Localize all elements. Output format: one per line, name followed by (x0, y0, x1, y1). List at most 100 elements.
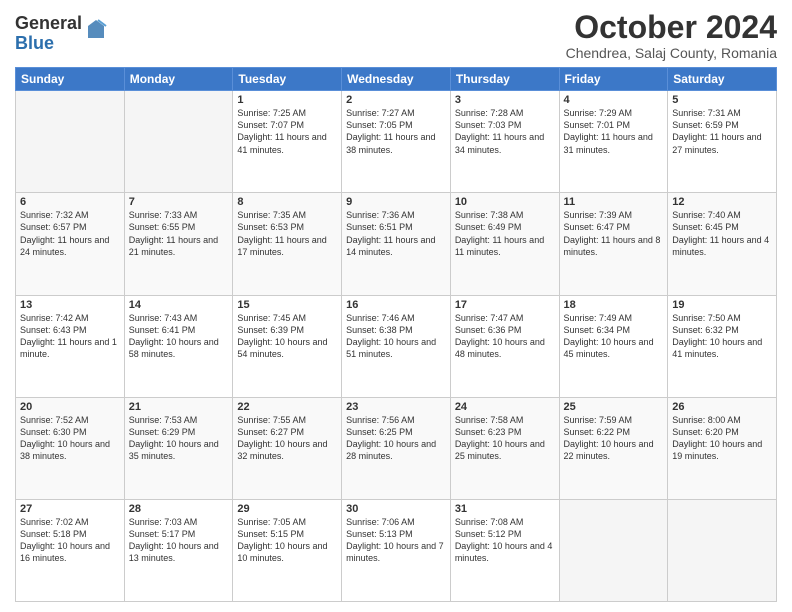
table-row (668, 499, 777, 601)
table-row: 11Sunrise: 7:39 AM Sunset: 6:47 PM Dayli… (559, 193, 668, 295)
day-info: Sunrise: 7:58 AM Sunset: 6:23 PM Dayligh… (455, 414, 555, 463)
week-row-2: 13Sunrise: 7:42 AM Sunset: 6:43 PM Dayli… (16, 295, 777, 397)
table-row: 31Sunrise: 7:08 AM Sunset: 5:12 PM Dayli… (450, 499, 559, 601)
table-row: 30Sunrise: 7:06 AM Sunset: 5:13 PM Dayli… (342, 499, 451, 601)
week-row-0: 1Sunrise: 7:25 AM Sunset: 7:07 PM Daylig… (16, 91, 777, 193)
table-row: 16Sunrise: 7:46 AM Sunset: 6:38 PM Dayli… (342, 295, 451, 397)
day-info: Sunrise: 7:50 AM Sunset: 6:32 PM Dayligh… (672, 312, 772, 361)
day-info: Sunrise: 7:42 AM Sunset: 6:43 PM Dayligh… (20, 312, 120, 361)
day-info: Sunrise: 7:49 AM Sunset: 6:34 PM Dayligh… (564, 312, 664, 361)
day-number: 6 (20, 196, 120, 208)
table-row: 26Sunrise: 8:00 AM Sunset: 6:20 PM Dayli… (668, 397, 777, 499)
day-number: 11 (564, 196, 664, 208)
day-info: Sunrise: 7:08 AM Sunset: 5:12 PM Dayligh… (455, 516, 555, 565)
table-row: 20Sunrise: 7:52 AM Sunset: 6:30 PM Dayli… (16, 397, 125, 499)
table-row: 9Sunrise: 7:36 AM Sunset: 6:51 PM Daylig… (342, 193, 451, 295)
day-info: Sunrise: 7:02 AM Sunset: 5:18 PM Dayligh… (20, 516, 120, 565)
day-number: 14 (129, 299, 229, 311)
day-info: Sunrise: 7:03 AM Sunset: 5:17 PM Dayligh… (129, 516, 229, 565)
day-number: 16 (346, 299, 446, 311)
day-number: 23 (346, 401, 446, 413)
week-row-3: 20Sunrise: 7:52 AM Sunset: 6:30 PM Dayli… (16, 397, 777, 499)
header: General Blue October 2024 Chendrea, Sala… (15, 10, 777, 61)
header-monday: Monday (124, 68, 233, 91)
table-row: 24Sunrise: 7:58 AM Sunset: 6:23 PM Dayli… (450, 397, 559, 499)
day-number: 9 (346, 196, 446, 208)
day-info: Sunrise: 7:47 AM Sunset: 6:36 PM Dayligh… (455, 312, 555, 361)
table-row (16, 91, 125, 193)
header-sunday: Sunday (16, 68, 125, 91)
table-row (124, 91, 233, 193)
day-number: 18 (564, 299, 664, 311)
day-info: Sunrise: 8:00 AM Sunset: 6:20 PM Dayligh… (672, 414, 772, 463)
day-number: 26 (672, 401, 772, 413)
logo-general: General (15, 14, 82, 34)
logo-icon (84, 18, 108, 42)
location: Chendrea, Salaj County, Romania (566, 45, 777, 61)
day-info: Sunrise: 7:45 AM Sunset: 6:39 PM Dayligh… (237, 312, 337, 361)
day-info: Sunrise: 7:32 AM Sunset: 6:57 PM Dayligh… (20, 209, 120, 258)
header-tuesday: Tuesday (233, 68, 342, 91)
day-info: Sunrise: 7:35 AM Sunset: 6:53 PM Dayligh… (237, 209, 337, 258)
table-row: 10Sunrise: 7:38 AM Sunset: 6:49 PM Dayli… (450, 193, 559, 295)
calendar-header-row: Sunday Monday Tuesday Wednesday Thursday… (16, 68, 777, 91)
table-row: 27Sunrise: 7:02 AM Sunset: 5:18 PM Dayli… (16, 499, 125, 601)
day-info: Sunrise: 7:36 AM Sunset: 6:51 PM Dayligh… (346, 209, 446, 258)
day-number: 20 (20, 401, 120, 413)
table-row: 14Sunrise: 7:43 AM Sunset: 6:41 PM Dayli… (124, 295, 233, 397)
table-row: 6Sunrise: 7:32 AM Sunset: 6:57 PM Daylig… (16, 193, 125, 295)
table-row: 1Sunrise: 7:25 AM Sunset: 7:07 PM Daylig… (233, 91, 342, 193)
day-number: 15 (237, 299, 337, 311)
calendar-table: Sunday Monday Tuesday Wednesday Thursday… (15, 67, 777, 602)
day-info: Sunrise: 7:43 AM Sunset: 6:41 PM Dayligh… (129, 312, 229, 361)
header-thursday: Thursday (450, 68, 559, 91)
header-wednesday: Wednesday (342, 68, 451, 91)
table-row: 8Sunrise: 7:35 AM Sunset: 6:53 PM Daylig… (233, 193, 342, 295)
day-number: 5 (672, 94, 772, 106)
day-number: 10 (455, 196, 555, 208)
header-saturday: Saturday (668, 68, 777, 91)
day-number: 21 (129, 401, 229, 413)
table-row: 29Sunrise: 7:05 AM Sunset: 5:15 PM Dayli… (233, 499, 342, 601)
day-info: Sunrise: 7:38 AM Sunset: 6:49 PM Dayligh… (455, 209, 555, 258)
day-number: 30 (346, 503, 446, 515)
day-info: Sunrise: 7:53 AM Sunset: 6:29 PM Dayligh… (129, 414, 229, 463)
day-number: 3 (455, 94, 555, 106)
day-info: Sunrise: 7:56 AM Sunset: 6:25 PM Dayligh… (346, 414, 446, 463)
day-number: 12 (672, 196, 772, 208)
logo: General Blue (15, 14, 108, 54)
table-row: 12Sunrise: 7:40 AM Sunset: 6:45 PM Dayli… (668, 193, 777, 295)
header-friday: Friday (559, 68, 668, 91)
day-info: Sunrise: 7:40 AM Sunset: 6:45 PM Dayligh… (672, 209, 772, 258)
day-number: 2 (346, 94, 446, 106)
day-info: Sunrise: 7:06 AM Sunset: 5:13 PM Dayligh… (346, 516, 446, 565)
table-row: 25Sunrise: 7:59 AM Sunset: 6:22 PM Dayli… (559, 397, 668, 499)
day-number: 28 (129, 503, 229, 515)
week-row-1: 6Sunrise: 7:32 AM Sunset: 6:57 PM Daylig… (16, 193, 777, 295)
day-info: Sunrise: 7:28 AM Sunset: 7:03 PM Dayligh… (455, 107, 555, 156)
day-number: 24 (455, 401, 555, 413)
day-number: 8 (237, 196, 337, 208)
day-number: 17 (455, 299, 555, 311)
table-row: 21Sunrise: 7:53 AM Sunset: 6:29 PM Dayli… (124, 397, 233, 499)
table-row: 17Sunrise: 7:47 AM Sunset: 6:36 PM Dayli… (450, 295, 559, 397)
table-row: 7Sunrise: 7:33 AM Sunset: 6:55 PM Daylig… (124, 193, 233, 295)
day-number: 1 (237, 94, 337, 106)
table-row: 13Sunrise: 7:42 AM Sunset: 6:43 PM Dayli… (16, 295, 125, 397)
month-title: October 2024 (566, 10, 777, 45)
day-info: Sunrise: 7:33 AM Sunset: 6:55 PM Dayligh… (129, 209, 229, 258)
table-row (559, 499, 668, 601)
table-row: 2Sunrise: 7:27 AM Sunset: 7:05 PM Daylig… (342, 91, 451, 193)
day-number: 7 (129, 196, 229, 208)
day-number: 19 (672, 299, 772, 311)
day-number: 13 (20, 299, 120, 311)
day-info: Sunrise: 7:31 AM Sunset: 6:59 PM Dayligh… (672, 107, 772, 156)
table-row: 4Sunrise: 7:29 AM Sunset: 7:01 PM Daylig… (559, 91, 668, 193)
day-info: Sunrise: 7:59 AM Sunset: 6:22 PM Dayligh… (564, 414, 664, 463)
table-row: 5Sunrise: 7:31 AM Sunset: 6:59 PM Daylig… (668, 91, 777, 193)
day-info: Sunrise: 7:27 AM Sunset: 7:05 PM Dayligh… (346, 107, 446, 156)
table-row: 3Sunrise: 7:28 AM Sunset: 7:03 PM Daylig… (450, 91, 559, 193)
day-info: Sunrise: 7:39 AM Sunset: 6:47 PM Dayligh… (564, 209, 664, 258)
day-info: Sunrise: 7:46 AM Sunset: 6:38 PM Dayligh… (346, 312, 446, 361)
table-row: 28Sunrise: 7:03 AM Sunset: 5:17 PM Dayli… (124, 499, 233, 601)
